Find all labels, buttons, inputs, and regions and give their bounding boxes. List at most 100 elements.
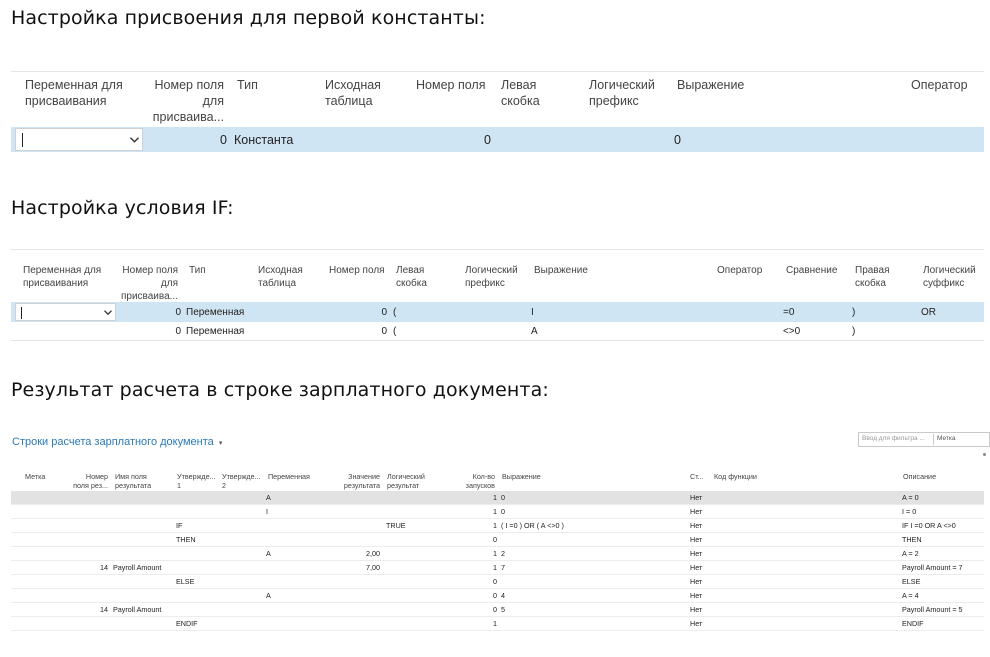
g3-cell-st[interactable]: Нет <box>690 577 702 587</box>
g3-cell-fieldno[interactable]: 14 <box>66 563 108 573</box>
filter-box[interactable]: Ввод для фильтра ... Метка <box>858 432 990 447</box>
g3-cell-st[interactable]: Нет <box>690 605 702 615</box>
g3-col-status[interactable]: Ст... <box>690 472 704 481</box>
g3-cell-st[interactable]: Нет <box>690 549 702 559</box>
g3-cell-variable[interactable]: A <box>266 549 271 559</box>
g3-cell-desc[interactable]: IF I =0 OR A <>0 <box>902 521 956 531</box>
g3-cell-runs[interactable]: 1 <box>455 493 497 503</box>
payroll-lines-link[interactable]: Строки расчета зарплатного документа ▾ <box>12 436 222 448</box>
g2-r2-type[interactable]: Переменная <box>186 325 244 338</box>
chevron-down-icon[interactable] <box>130 137 139 143</box>
g3-cell-desc[interactable]: I = 0 <box>902 507 916 517</box>
g3-cell-variable[interactable]: A <box>266 493 271 503</box>
g3-cell-runs[interactable]: 0 <box>455 591 497 601</box>
g3-cell-st[interactable]: Нет <box>690 535 702 545</box>
g3-col-description[interactable]: Описание <box>903 472 936 481</box>
g2-col-compare[interactable]: Сравнение <box>786 264 837 277</box>
filter-field-select[interactable]: Метка <box>937 435 955 442</box>
g3-cell-st[interactable]: Нет <box>690 591 702 601</box>
table-row[interactable] <box>11 505 984 519</box>
g3-cell-st[interactable]: Нет <box>690 521 702 531</box>
g2-col-operator[interactable]: Оператор <box>717 264 762 277</box>
payroll-lines-label[interactable]: Строки расчета зарплатного документа <box>12 436 214 448</box>
g1-col-fieldno[interactable]: Номер поля для присваива... <box>140 77 224 125</box>
g3-cell-st[interactable]: Нет <box>690 507 702 517</box>
g2-r2-right-bracket[interactable]: ) <box>852 325 855 338</box>
g2-variable-combo[interactable] <box>15 303 116 321</box>
table-row[interactable] <box>11 547 984 561</box>
g3-cell-desc[interactable]: THEN <box>902 535 922 545</box>
g2-r1-fieldno[interactable]: 0 <box>150 306 181 319</box>
g3-cell-expr[interactable]: ( I =0 ) OR ( A <>0 ) <box>501 521 564 531</box>
g2-col-right-bracket[interactable]: Правая скобка <box>855 264 890 290</box>
g2-r1-compare[interactable]: =0 <box>783 306 794 319</box>
g3-cell-desc[interactable]: Payroll Amount = 7 <box>902 563 963 573</box>
g3-cell-runs[interactable]: 1 <box>455 619 497 629</box>
g3-cell-desc[interactable]: Payroll Amount = 5 <box>902 605 963 615</box>
g3-cell-fieldno[interactable]: 14 <box>66 605 108 615</box>
g3-col-variable[interactable]: Переменная <box>268 472 310 481</box>
g2-col-fieldno[interactable]: Номер поля для присваива... <box>110 264 178 303</box>
g2-col-source-table[interactable]: Исходная таблица <box>258 264 303 290</box>
g3-col-fieldno[interactable]: Номер поля рез... <box>66 472 108 490</box>
table-row[interactable] <box>11 519 984 533</box>
g3-cell-expr[interactable]: 2 <box>501 549 505 559</box>
g2-r1-logic-suffix[interactable]: OR <box>921 306 936 319</box>
g3-cell-runs[interactable]: 1 <box>455 507 497 517</box>
g2-r1-left-bracket[interactable]: ( <box>393 306 396 319</box>
g3-cell-fieldname[interactable]: Payroll Amount <box>113 605 161 615</box>
g3-cell-expr[interactable]: 0 <box>501 493 505 503</box>
g3-cell-expr[interactable]: 0 <box>501 507 505 517</box>
chevron-down-icon[interactable] <box>104 310 112 315</box>
g2-r1-expression[interactable]: I <box>531 306 534 319</box>
g3-cell-stmt1[interactable]: THEN <box>176 535 196 545</box>
g2-r2-expression[interactable]: A <box>531 325 538 338</box>
g1-col-fieldno2[interactable]: Номер поля <box>416 77 485 93</box>
g2-r2-left-bracket[interactable]: ( <box>393 325 396 338</box>
g3-cell-runs[interactable]: 1 <box>455 563 497 573</box>
filter-input[interactable]: Ввод для фильтра ... <box>862 435 925 442</box>
g1-cell-expression[interactable]: 0 <box>674 132 681 148</box>
g2-r1-type[interactable]: Переменная <box>186 306 244 319</box>
g3-cell-runs[interactable]: 0 <box>455 605 497 615</box>
g3-col-expression[interactable]: Выражение <box>502 472 541 481</box>
g2-col-left-bracket[interactable]: Левая скобка <box>396 264 427 290</box>
g3-col-mark[interactable]: Метка <box>25 472 45 481</box>
table-row[interactable] <box>11 575 984 589</box>
g2-r2-compare[interactable]: <>0 <box>783 325 800 338</box>
g3-col-runs[interactable]: Кол-во запусков <box>455 472 495 490</box>
g1-col-left-bracket[interactable]: Левая скобка <box>501 77 540 109</box>
table-row[interactable] <box>11 491 984 505</box>
g3-col-function[interactable]: Код функции <box>714 472 757 481</box>
g1-cell-type[interactable]: Константа <box>234 132 293 148</box>
g2-r1-right-bracket[interactable]: ) <box>852 306 855 319</box>
g3-col-fieldname[interactable]: Имя поля результата <box>115 472 151 490</box>
g2-col-fieldno2[interactable]: Номер поля <box>329 264 385 277</box>
g3-cell-runs[interactable]: 0 <box>455 535 497 545</box>
g1-variable-combo[interactable] <box>15 128 143 151</box>
g3-cell-stmt1[interactable]: ELSE <box>176 577 194 587</box>
dropdown-arrow-icon[interactable]: ▾ <box>219 440 223 447</box>
g3-cell-st[interactable]: Нет <box>690 563 702 573</box>
g3-cell-fieldname[interactable]: Payroll Amount <box>113 563 161 573</box>
g3-cell-stmt1[interactable]: ENDIF <box>176 619 198 629</box>
g3-cell-value[interactable]: 7,00 <box>330 563 380 573</box>
g1-col-expression[interactable]: Выражение <box>677 77 744 93</box>
g2-col-logic-prefix[interactable]: Логический префикс <box>465 264 518 290</box>
g3-cell-expr[interactable]: 7 <box>501 563 505 573</box>
g2-col-expression[interactable]: Выражение <box>534 264 588 277</box>
g2-col-type[interactable]: Тип <box>189 264 206 277</box>
g3-cell-desc[interactable]: A = 0 <box>902 493 919 503</box>
g1-col-source-table[interactable]: Исходная таблица <box>325 77 381 109</box>
g3-col-stmt1[interactable]: Утвержде... 1 <box>177 472 216 490</box>
g1-cell-fieldno[interactable]: 0 <box>160 132 227 148</box>
g1-col-type[interactable]: Тип <box>237 77 258 93</box>
g3-cell-variable[interactable]: I <box>266 507 268 517</box>
table-row[interactable] <box>11 617 984 631</box>
g3-col-value[interactable]: Значение результата <box>330 472 380 490</box>
g3-cell-expr[interactable]: 4 <box>501 591 505 601</box>
g3-cell-runs[interactable]: 1 <box>455 521 497 531</box>
g3-cell-desc[interactable]: ELSE <box>902 577 920 587</box>
g2-r1-fieldno2[interactable]: 0 <box>350 306 387 319</box>
grid1-row-selected[interactable] <box>11 127 984 152</box>
